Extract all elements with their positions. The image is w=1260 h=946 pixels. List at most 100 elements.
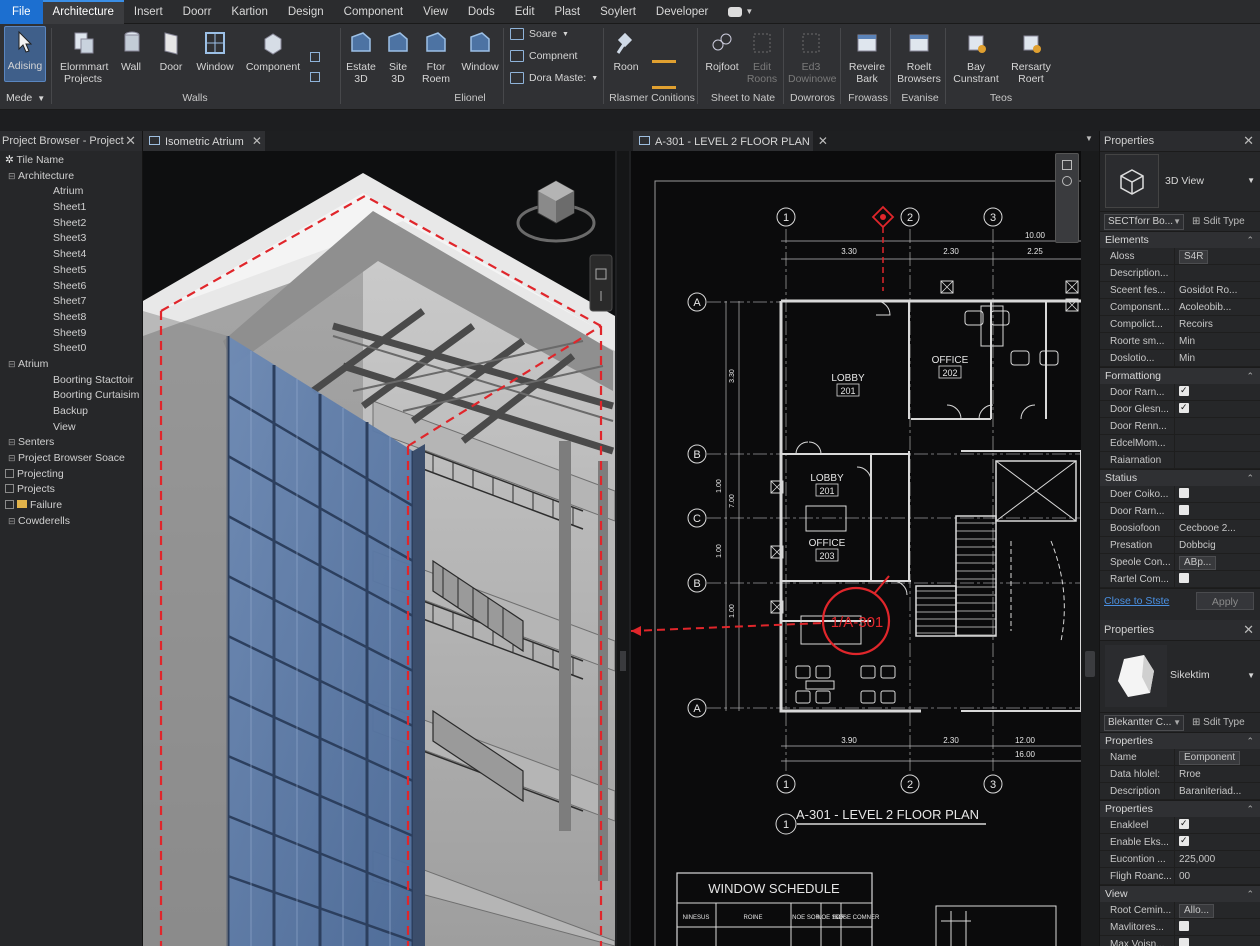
roelt-browsers-button[interactable]: Roelt Browsers <box>897 28 941 85</box>
close-icon[interactable]: ✕ <box>818 134 828 148</box>
property-section-header[interactable]: Elements ⌃ <box>1100 231 1260 248</box>
menu-item-insert[interactable]: Insert <box>124 0 173 24</box>
tree-item[interactable]: Backup <box>0 404 142 420</box>
checkbox-unchecked[interactable] <box>1179 921 1189 931</box>
property-value[interactable]: Min <box>1174 333 1260 349</box>
property-value[interactable] <box>1174 571 1260 587</box>
tree-item[interactable]: ⊟ Cowderells <box>0 514 142 530</box>
property-input[interactable]: S4R <box>1179 250 1209 264</box>
checkbox-checked[interactable] <box>1179 401 1189 416</box>
tree-item[interactable]: Sheet8 <box>0 310 142 326</box>
collapse-icon[interactable]: ⊟ <box>8 453 18 463</box>
window-2-button[interactable]: Window <box>458 28 502 73</box>
tree-item[interactable]: Atrium <box>0 184 142 200</box>
navigation-bar[interactable] <box>589 254 613 312</box>
property-section-header[interactable]: Properties ⌃ <box>1100 800 1260 817</box>
compnent-button[interactable]: Compnent <box>510 50 577 62</box>
close-icon[interactable]: ✕ <box>252 134 262 148</box>
menu-item-plast[interactable]: Plast <box>545 0 591 24</box>
property-value[interactable] <box>1174 834 1260 850</box>
estate-3d-button[interactable]: Estate 3D <box>342 28 380 85</box>
property-value[interactable] <box>1174 936 1260 946</box>
chevron-down-icon[interactable]: ▼ <box>1247 176 1255 185</box>
property-section-header[interactable]: Statius ⌃ <box>1100 469 1260 486</box>
chevron-down-icon[interactable]: ▼ <box>745 7 753 16</box>
edit-dowinowe-button[interactable]: Ed3 Dowinowe <box>788 28 836 85</box>
type-selector[interactable]: SECTforr Bo... ▼ ⊞ Sdit Type <box>1100 211 1260 231</box>
collapse-caret-icon[interactable]: ⌃ <box>1246 886 1254 903</box>
menu-item-view[interactable]: View <box>413 0 458 24</box>
room-button[interactable]: Roon <box>607 28 645 73</box>
property-value[interactable] <box>1174 817 1260 833</box>
plan-nav-bar[interactable] <box>1055 153 1079 243</box>
close-to-state-link[interactable]: Close to Stste <box>1104 595 1169 607</box>
tree-item[interactable]: ⊟ Senters <box>0 435 142 451</box>
property-value[interactable]: 225,000 <box>1174 851 1260 867</box>
checkbox-checked[interactable] <box>1179 817 1189 832</box>
view-cube[interactable] <box>516 180 596 243</box>
review-bark-button[interactable]: Reveire Bark <box>846 28 888 85</box>
plan-vertical-scrollbar[interactable] <box>1081 151 1099 946</box>
property-value[interactable]: Gosidot Ro... <box>1174 282 1260 298</box>
property-value[interactable] <box>1174 384 1260 400</box>
checkbox-checked[interactable] <box>1179 834 1189 849</box>
menu-item-file[interactable]: File <box>0 0 43 24</box>
tree-item[interactable]: View <box>0 420 142 436</box>
property-value[interactable] <box>1174 435 1260 451</box>
tree-item[interactable]: Boorting Curtaisim <box>0 388 142 404</box>
tree-item[interactable]: Sheet9 <box>0 326 142 342</box>
property-input[interactable]: ABp... <box>1179 556 1217 570</box>
tree-item[interactable]: Failure <box>0 498 142 514</box>
property-value[interactable]: Baraniteriad... <box>1174 783 1260 799</box>
property-value[interactable]: 00 <box>1174 868 1260 884</box>
dimension-tool-icon[interactable] <box>652 60 676 63</box>
checkbox-unchecked[interactable] <box>1179 938 1189 946</box>
collapse-caret-icon[interactable]: ⌃ <box>1246 733 1254 750</box>
close-icon[interactable]: ✕ <box>125 131 136 151</box>
site-3d-button[interactable]: Site 3D <box>382 28 414 85</box>
property-value[interactable]: Eomponent <box>1174 749 1260 765</box>
property-value[interactable]: ABp... <box>1174 554 1260 570</box>
floor-room-button[interactable]: Ftor Roem <box>418 28 454 85</box>
property-value[interactable] <box>1174 418 1260 434</box>
menu-item-soylert[interactable]: Soylert <box>590 0 646 24</box>
tree-item[interactable]: Sheet5 <box>0 263 142 279</box>
property-input[interactable]: Allo... <box>1179 904 1215 918</box>
checkbox-unchecked[interactable] <box>1179 505 1189 515</box>
ribbon-toggle-icon[interactable] <box>310 72 320 82</box>
menu-item-edit[interactable]: Edit <box>505 0 545 24</box>
menu-item-kartion[interactable]: Kartion <box>221 0 277 24</box>
property-input[interactable]: Eomponent <box>1179 751 1241 765</box>
window-button[interactable]: Window <box>193 28 237 73</box>
ribbon-toggle-icon[interactable] <box>310 52 320 62</box>
floor-plan-viewport[interactable]: 1 1 2 2 3 3 A B C B A 3.30 2.30 2.25 10.00 3.90 2.30 12.0… <box>631 151 1081 946</box>
dora-maste-button[interactable]: Dora Maste: ▼ <box>510 72 598 84</box>
chevron-down-icon[interactable]: ▼ <box>1247 671 1255 680</box>
elements-projects-button[interactable]: Elormmart Projects <box>60 28 108 85</box>
property-value[interactable] <box>1174 401 1260 417</box>
edit-rooms-button[interactable]: Edit Roons <box>743 28 781 85</box>
expand-icon[interactable] <box>5 484 14 494</box>
tree-item[interactable]: Projecting <box>0 467 142 483</box>
tree-item[interactable]: Sheet7 <box>0 294 142 310</box>
rersarty-roert-button[interactable]: Rersarty Roert <box>1005 28 1057 85</box>
checkbox-checked[interactable] <box>1179 384 1189 399</box>
door-button[interactable]: Door <box>155 28 187 73</box>
type-preview-2[interactable]: Sikektim ▼ <box>1100 640 1260 712</box>
property-value[interactable] <box>1174 486 1260 502</box>
checkbox-unchecked[interactable] <box>1179 573 1189 583</box>
collapse-caret-icon[interactable]: ⌃ <box>1246 470 1254 487</box>
collapse-icon[interactable]: ⊟ <box>8 437 18 447</box>
close-icon[interactable]: ✕ <box>1243 620 1254 640</box>
viewport-splitter[interactable] <box>615 151 631 946</box>
isometric-viewport[interactable] <box>143 151 615 946</box>
property-value[interactable]: Recoirs <box>1174 316 1260 332</box>
tree-item[interactable]: Sheet2 <box>0 216 142 232</box>
property-value[interactable] <box>1174 265 1260 281</box>
collapse-caret-icon[interactable]: ⌃ <box>1246 232 1254 249</box>
tree-item[interactable]: Projects <box>0 482 142 498</box>
tree-item[interactable]: Sheet6 <box>0 279 142 295</box>
collapse-caret-icon[interactable]: ⌃ <box>1246 801 1254 818</box>
property-value[interactable] <box>1174 503 1260 519</box>
collapse-icon[interactable]: ⊟ <box>8 359 18 369</box>
